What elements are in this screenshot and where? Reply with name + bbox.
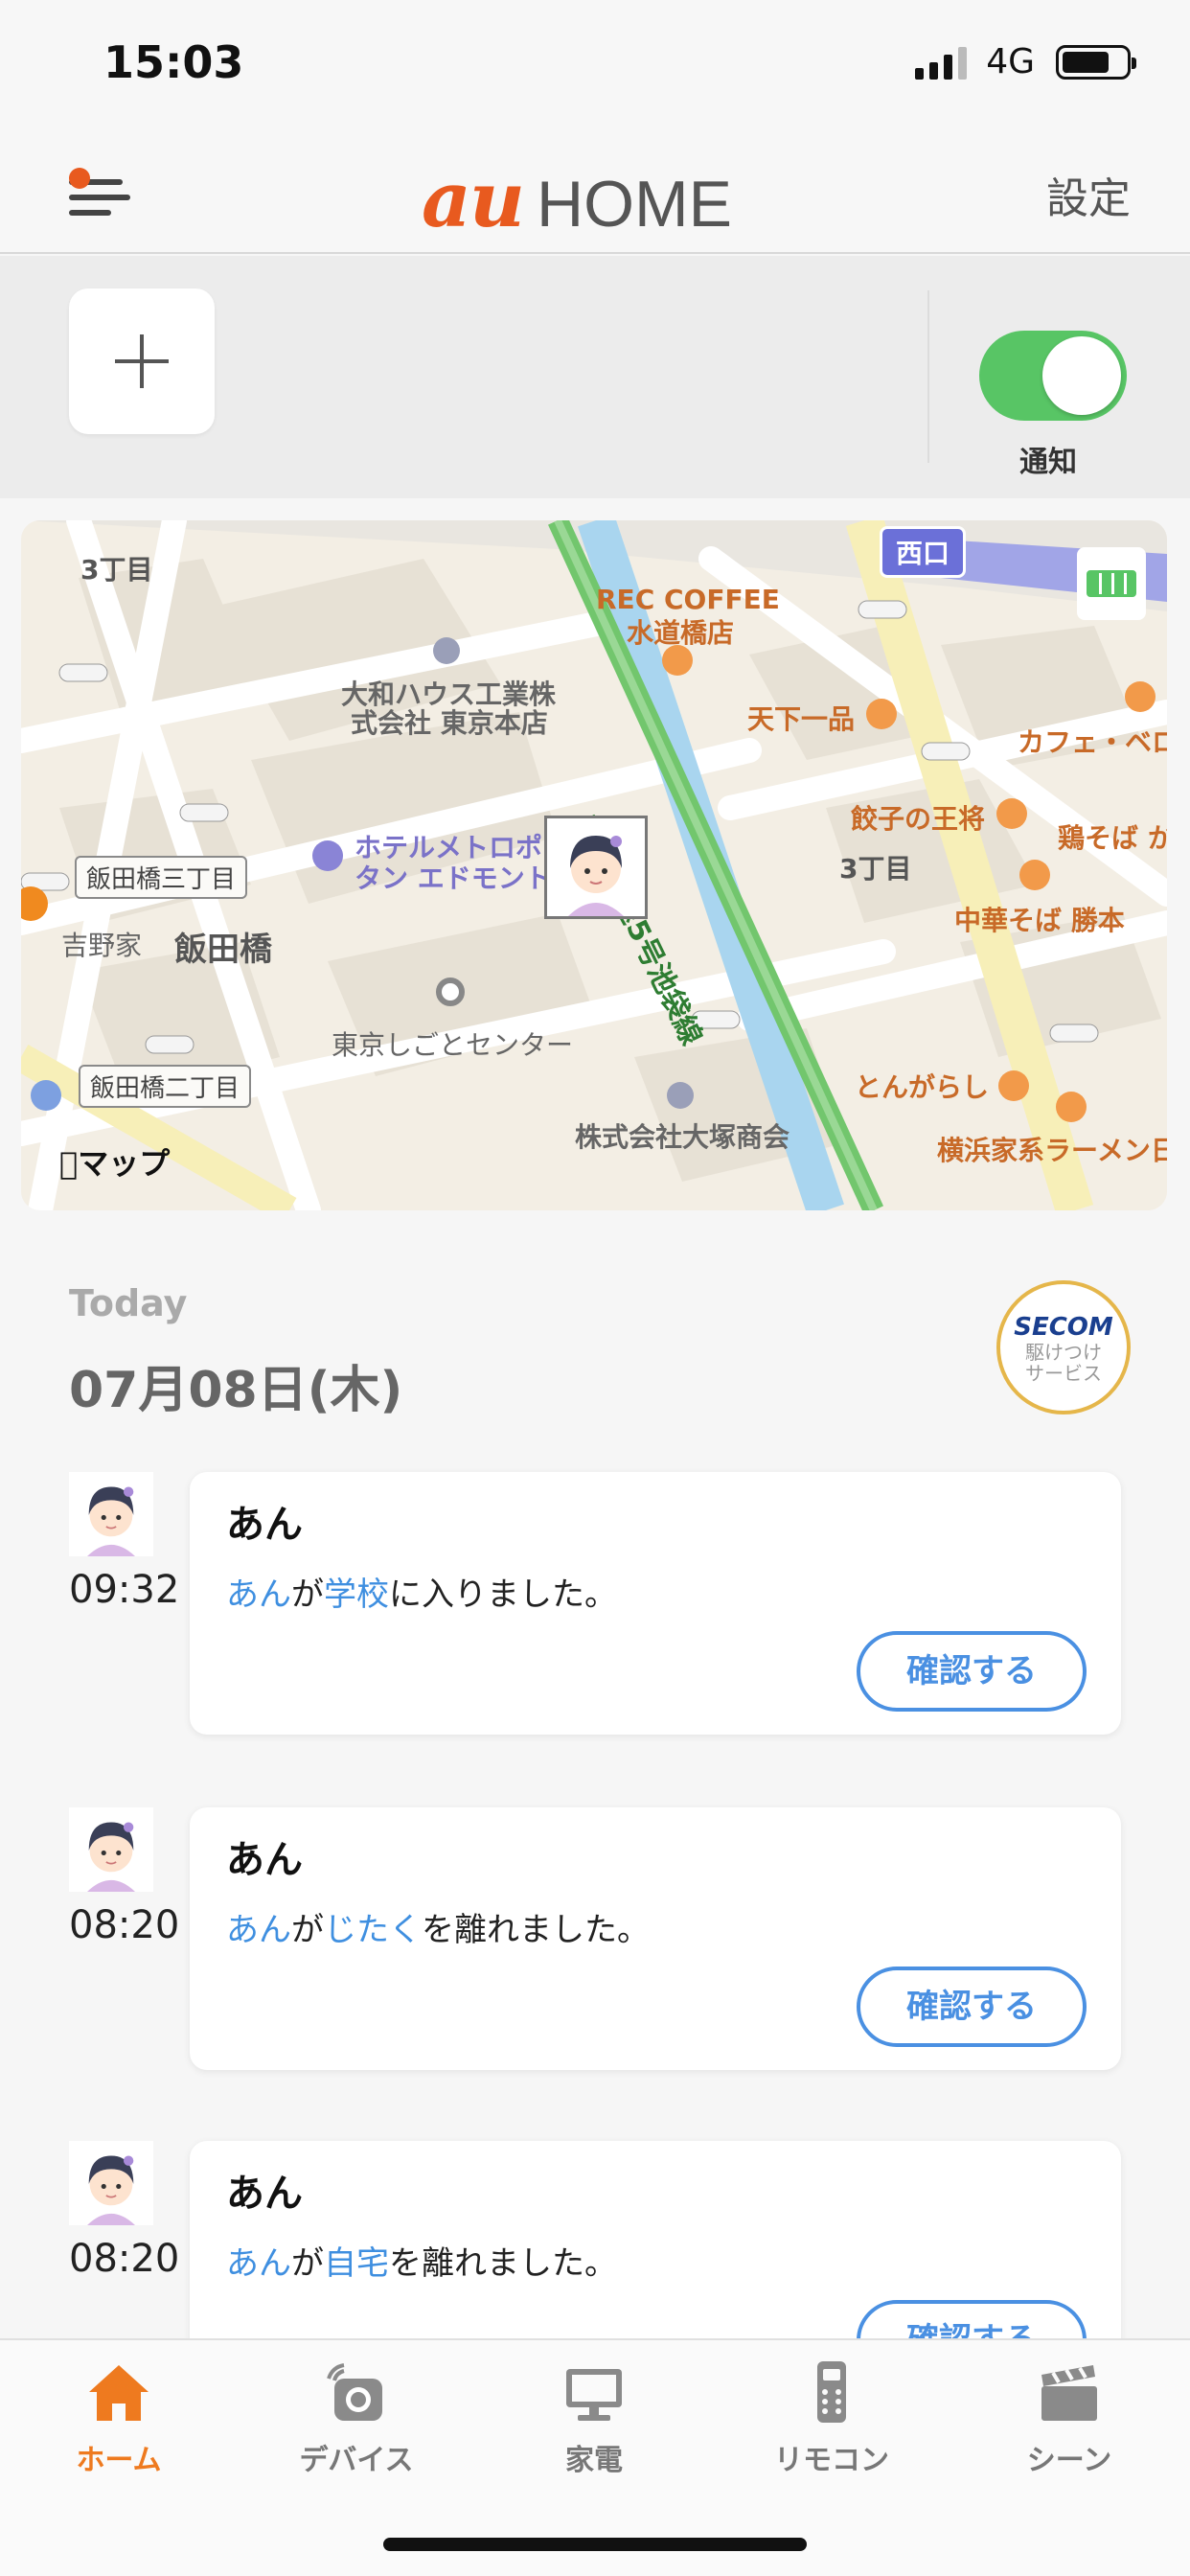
divider (927, 290, 929, 463)
tab-remote[interactable]: リモコン (745, 2359, 918, 2478)
event-card: あん あんがじたくを離れました。 確認する (190, 1807, 1121, 2070)
tab-home[interactable]: ホーム (33, 2359, 205, 2478)
map-label: カフェ・ベロ (1018, 726, 1167, 758)
tab-label: 家電 (565, 2444, 623, 2477)
map-label: 3丁目 (839, 853, 912, 885)
map-label: REC COFFEE (596, 584, 780, 615)
controls-bar: 通知 (0, 256, 1190, 498)
date-heading: 07月08日(木) (69, 1362, 403, 1419)
status-bar: 15:03 4G (0, 0, 1190, 129)
home-icon (89, 2365, 149, 2421)
map-label: 中華そば 勝本 (954, 905, 1125, 936)
tab-appliances[interactable]: 家電 (508, 2359, 680, 2478)
secom-subtitle-2: サービス (1025, 1362, 1102, 1385)
monitor-icon (566, 2369, 622, 2421)
station-exit-badge: 西口 (880, 526, 967, 578)
event-time: 08:20 (69, 1903, 180, 1947)
child-avatar-icon (69, 2141, 153, 2225)
tab-label: リモコン (774, 2444, 889, 2477)
event-time: 08:20 (69, 2237, 180, 2281)
child-avatar-icon (69, 1807, 153, 1892)
camera-icon (327, 2363, 382, 2421)
map-label: タン エドモント (355, 862, 552, 894)
battery-icon (1056, 44, 1136, 80)
tab-label: シーン (1026, 2444, 1112, 2477)
status-indicators: 4G (915, 42, 1136, 81)
status-time: 15:03 (103, 36, 244, 88)
notification-dot (69, 168, 90, 189)
map-label: 3丁目 (80, 554, 153, 586)
remote-icon (817, 2361, 846, 2423)
map-label: 式会社 東京本店 (351, 707, 548, 739)
apple-maps-attribution: マップ (59, 1145, 170, 1182)
menu-button[interactable] (69, 168, 130, 221)
event-message: あんが自宅を離れました。 (226, 2244, 617, 2283)
settings-button[interactable]: 設定 (1046, 164, 1131, 225)
event-message: あんがじたくを離れました。 (226, 1911, 650, 1949)
map-label: 飯田橋三丁目 (75, 856, 248, 899)
child-avatar-icon (69, 1472, 153, 1556)
signal-icon (915, 45, 968, 80)
location-map[interactable]: 西口 3丁目 REC COFFEE 水道橋店 大和ハウス工業株 式会社 東京本店… (21, 520, 1167, 1210)
battery-level-icon (1077, 547, 1146, 620)
tab-devices[interactable]: デバイス (270, 2359, 443, 2478)
add-button[interactable] (69, 288, 215, 434)
map-label: 天下一品 (747, 703, 856, 735)
map-label: 飯田橋二丁目 (79, 1065, 252, 1108)
secom-rush-service-button[interactable]: SECOM 駆けつけ サービス (996, 1280, 1131, 1414)
notification-label: 通知 (1019, 446, 1077, 479)
child-location-avatar[interactable] (544, 816, 648, 919)
confirm-button[interactable]: 確認する (857, 1631, 1087, 1712)
logo-home: HOME (537, 168, 732, 241)
tab-label: ホーム (76, 2444, 162, 2477)
map-label: 鶏そば か (1058, 822, 1167, 854)
event-message: あんが学校に入りました。 (226, 1576, 617, 1614)
home-indicator (383, 2538, 807, 2551)
map-label: 東京しごとセンター (332, 1029, 574, 1061)
network-type: 4G (986, 42, 1035, 81)
secom-logo: SECOM (1014, 1313, 1113, 1342)
today-label: Today (69, 1282, 188, 1324)
map-label: とんがらし (855, 1071, 990, 1103)
app-logo: au HOME (422, 154, 732, 244)
app-header: au HOME 設定 (0, 129, 1190, 254)
event-person-name: あん (226, 1503, 303, 1547)
notification-toggle[interactable] (979, 331, 1127, 421)
secom-subtitle-1: 駆けつけ (1025, 1341, 1102, 1364)
map-label: 水道橋店 (627, 617, 735, 649)
clapper-icon (1041, 2365, 1097, 2421)
map-label: 株式会社大塚商会 (575, 1121, 790, 1153)
map-label: 吉野家 (61, 930, 143, 961)
timeline-event: 08:20 あん あんがじたくを離れました。 確認する (0, 1807, 1190, 2085)
confirm-button[interactable]: 確認する (857, 1966, 1087, 2047)
tab-scenes[interactable]: シーン (983, 2359, 1156, 2478)
event-time: 09:32 (69, 1568, 180, 1612)
event-person-name: あん (226, 2172, 303, 2216)
map-label: 餃子の王将 (851, 803, 986, 835)
map-label: 横浜家系ラーメン日 (937, 1135, 1167, 1166)
event-card: あん あんが学校に入りました。 確認する (190, 1472, 1121, 1735)
map-label: 飯田橋 (174, 931, 272, 969)
tab-label: デバイス (299, 2444, 414, 2477)
event-person-name: あん (226, 1838, 303, 1882)
logo-au: au (422, 154, 525, 244)
timeline-event: 09:32 あん あんが学校に入りました。 確認する (0, 1472, 1190, 1750)
